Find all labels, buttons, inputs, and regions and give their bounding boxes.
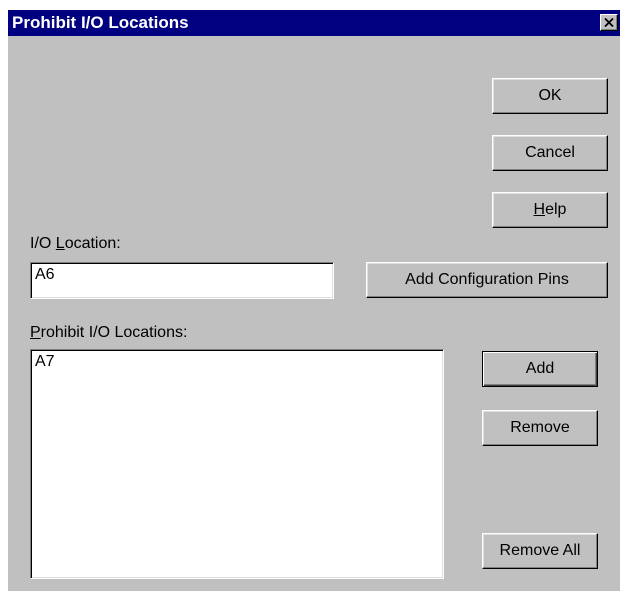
prohibit-list-label: Prohibit I/O Locations: bbox=[30, 324, 188, 341]
close-icon bbox=[604, 18, 614, 27]
title-bar: Prohibit I/O Locations bbox=[8, 10, 620, 36]
add-button-label: Add bbox=[525, 360, 555, 377]
help-button[interactable]: Help bbox=[492, 192, 608, 228]
list-item[interactable]: A7 bbox=[35, 353, 55, 371]
add-configuration-pins-button[interactable]: Add Configuration Pins bbox=[366, 262, 608, 298]
io-location-input[interactable]: A6 bbox=[30, 262, 334, 299]
remove-all-button[interactable]: Remove All bbox=[482, 533, 598, 569]
prohibit-locations-list[interactable]: A7 bbox=[30, 349, 444, 579]
close-button[interactable] bbox=[600, 14, 618, 31]
cancel-button-label: Cancel bbox=[525, 144, 575, 161]
add-configuration-pins-label: Add Configuration Pins bbox=[405, 271, 569, 288]
remove-button-label: Remove bbox=[510, 419, 570, 436]
remove-button[interactable]: Remove bbox=[482, 410, 598, 446]
window-title: Prohibit I/O Locations bbox=[12, 13, 189, 32]
cancel-button[interactable]: Cancel bbox=[492, 135, 608, 171]
prohibit-io-dialog: Prohibit I/O Locations OK Cancel Help I/… bbox=[8, 10, 620, 591]
add-button[interactable]: Add bbox=[482, 351, 598, 387]
ok-button[interactable]: OK bbox=[492, 78, 608, 114]
io-location-value: A6 bbox=[35, 266, 55, 283]
help-button-label: Help bbox=[533, 201, 567, 218]
ok-button-label: OK bbox=[538, 87, 562, 104]
remove-all-button-label: Remove All bbox=[499, 542, 581, 559]
io-location-label: I/O Location: bbox=[30, 235, 121, 252]
